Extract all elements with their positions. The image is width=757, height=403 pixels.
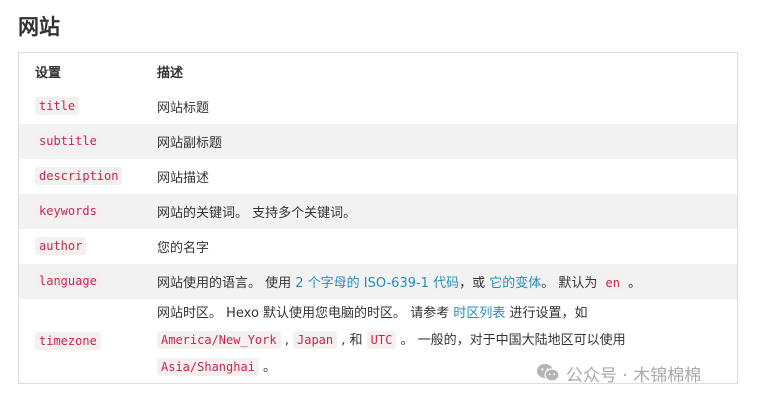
header-setting: 设置 xyxy=(18,52,141,89)
description-cell: 网站标题 xyxy=(157,101,210,116)
timezone-text-1: 网站时区。 Hexo 默认使用您电脑的时区。 请参考 xyxy=(157,306,454,321)
table-row: subtitle 网站副标题 xyxy=(18,124,738,159)
timezone-text-2: 进行设置，如 xyxy=(505,306,588,321)
setting-code: keywords xyxy=(35,202,101,220)
timezone-line-1: 网站时区。 Hexo 默认使用您电脑的时区。 请参考 时区列表 进行设置，如 xyxy=(157,301,737,327)
table-row: author 您的名字 xyxy=(19,229,738,264)
wechat-icon xyxy=(537,364,560,382)
setting-code: timezone xyxy=(35,331,101,350)
page-title: 网站 xyxy=(18,15,60,39)
table-row: keywords 网站的关键词。 支持多个关键词。 xyxy=(18,194,738,229)
setting-cell: author xyxy=(19,229,142,264)
setting-code: subtitle xyxy=(35,132,101,150)
table-row: description 网站描述 xyxy=(19,159,738,194)
table-row: title 网站标题 xyxy=(19,89,738,124)
timezone-example-code: UTC xyxy=(366,331,397,349)
setting-code: description xyxy=(35,167,123,185)
table-header-row: 设置 描述 xyxy=(18,52,738,89)
setting-cell: description xyxy=(19,159,142,194)
header-description: 描述 xyxy=(141,52,738,89)
iso-639-1-link[interactable]: 2 个字母的 ISO-639-1 代码 xyxy=(295,276,459,291)
default-language-code: en xyxy=(601,274,624,292)
description-cell: 网站的关键词。 支持多个关键词。 xyxy=(141,194,738,229)
timezone-text-4: 。 xyxy=(258,360,277,375)
setting-cell: keywords xyxy=(18,194,141,229)
variants-link[interactable]: 它的变体 xyxy=(489,276,541,291)
timezone-example-code: Japan xyxy=(293,331,338,349)
description-cell: 网站描述 xyxy=(157,171,210,186)
language-text-4: 。 xyxy=(623,276,642,291)
description-cell: 网站使用的语言。 使用 2 个字母的 ISO-639-1 代码，或 它的变体。 … xyxy=(141,264,738,299)
setting-cell: subtitle xyxy=(18,124,141,159)
setting-code: author xyxy=(35,237,87,255)
language-text-3: 。 默认为 xyxy=(541,276,602,291)
setting-cell: title xyxy=(19,89,142,124)
timezone-sep-1: , xyxy=(280,333,293,348)
setting-code: language xyxy=(35,272,101,290)
timezone-example-code: America/New_York xyxy=(157,331,281,349)
description-cell: 网站副标题 xyxy=(141,124,738,159)
timezone-sep-2: , 和 xyxy=(337,333,367,348)
language-text-1: 网站使用的语言。 使用 xyxy=(157,276,296,291)
language-text-2: ，或 xyxy=(459,276,490,291)
timezone-text-3: 。 一般的，对于中国大陆地区可以使用 xyxy=(396,333,626,348)
description-cell: 您的名字 xyxy=(157,241,210,256)
config-table: 设置 描述 title 网站标题 subtitle 网站副标题 descript… xyxy=(18,52,738,384)
setting-cell: timezone xyxy=(19,299,142,384)
table-row-language: language 网站使用的语言。 使用 2 个字母的 ISO-639-1 代码… xyxy=(18,264,738,299)
watermark-text: 公众号 · 木锦棉棉 xyxy=(566,365,702,386)
timezone-line-2: America/New_York , Japan , 和 UTC 。 一般的，对… xyxy=(157,327,737,354)
setting-cell: language xyxy=(18,264,141,299)
timezone-list-link[interactable]: 时区列表 xyxy=(453,306,505,321)
setting-code: title xyxy=(35,97,80,115)
watermark: 公众号 · 木锦棉棉 xyxy=(536,360,701,386)
timezone-example-code: Asia/Shanghai xyxy=(157,358,259,376)
